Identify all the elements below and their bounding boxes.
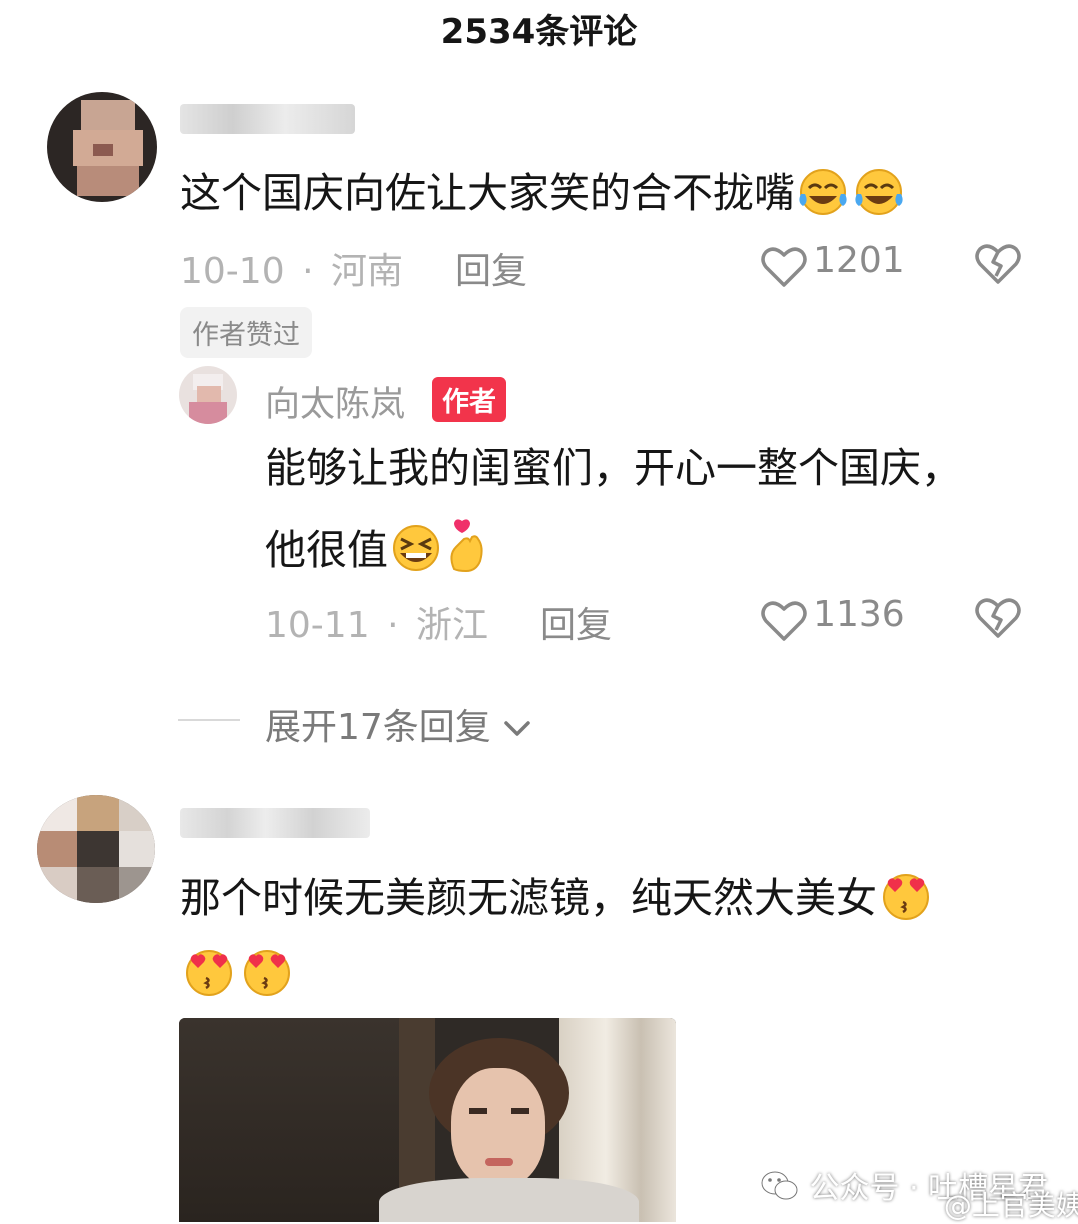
reply-like-count: 1136: [813, 594, 905, 635]
author-liked-badge: 作者赞过: [180, 307, 312, 358]
chevron-down-icon: [502, 709, 532, 750]
finger-heart-emoji: [444, 517, 492, 589]
reply-meta: 10-11 · 浙江: [265, 596, 488, 648]
comment-emoji-line: [180, 944, 296, 1010]
expand-divider: [178, 719, 240, 721]
reply-like-button[interactable]: 1136: [760, 594, 910, 642]
heart-eyes-kiss-emoji: [877, 868, 935, 934]
comment-location: 河南: [330, 251, 403, 292]
dislike-button[interactable]: [974, 240, 1022, 290]
laughing-tears-emoji: [795, 164, 851, 228]
reply-author-name[interactable]: 向太陈岚: [265, 376, 405, 427]
broken-heart-icon: [974, 598, 1022, 644]
reply-location: 浙江: [415, 605, 488, 646]
comment-meta: 10-10 · 河南: [180, 242, 403, 294]
laughing-tears-emoji: [851, 164, 907, 228]
like-button[interactable]: 1201: [760, 240, 910, 288]
like-count: 1201: [813, 240, 905, 281]
heart-outline-icon: [760, 243, 808, 293]
heart-eyes-kiss-emoji: [238, 944, 296, 1010]
meta-separator: ·: [302, 251, 314, 292]
expand-replies-button[interactable]: 展开17条回复: [265, 698, 532, 750]
avatar[interactable]: [47, 92, 157, 202]
comment-text: 这个国庆向佐让大家笑的合不拢嘴: [180, 164, 907, 228]
watermark-weibo: @上官美姨: [905, 1184, 1078, 1224]
avatar[interactable]: [37, 795, 155, 903]
reply-avatar[interactable]: [179, 366, 237, 424]
meta-separator: ·: [387, 605, 399, 646]
author-tag: 作者: [432, 377, 506, 422]
comment-photo[interactable]: [179, 1018, 676, 1222]
reply-text-line1: 能够让我的闺蜜们，开心一整个国庆，: [265, 444, 962, 492]
comments-count-title: 2534条评论: [440, 12, 638, 52]
expand-label: 展开17条回复: [265, 707, 491, 748]
username-blurred[interactable]: [180, 104, 355, 134]
reply-button[interactable]: 回复: [455, 242, 527, 294]
heart-eyes-kiss-emoji: [180, 944, 238, 1010]
weibo-icon: [905, 1191, 935, 1224]
broken-heart-icon: [974, 244, 1022, 290]
reply-reply-button[interactable]: 回复: [540, 596, 612, 648]
grinning-squint-emoji: [388, 521, 444, 585]
heart-outline-icon: [760, 597, 808, 647]
username-blurred[interactable]: [180, 808, 370, 838]
reply-text-line2: 他很值: [265, 517, 492, 589]
reply-date: 10-11: [265, 605, 370, 646]
comment-text: 那个时候无美颜无滤镜，纯天然大美女: [180, 868, 935, 934]
wechat-icon: [760, 1169, 800, 1211]
reply-dislike-button[interactable]: [974, 594, 1022, 644]
comment-date: 10-10: [180, 251, 285, 292]
